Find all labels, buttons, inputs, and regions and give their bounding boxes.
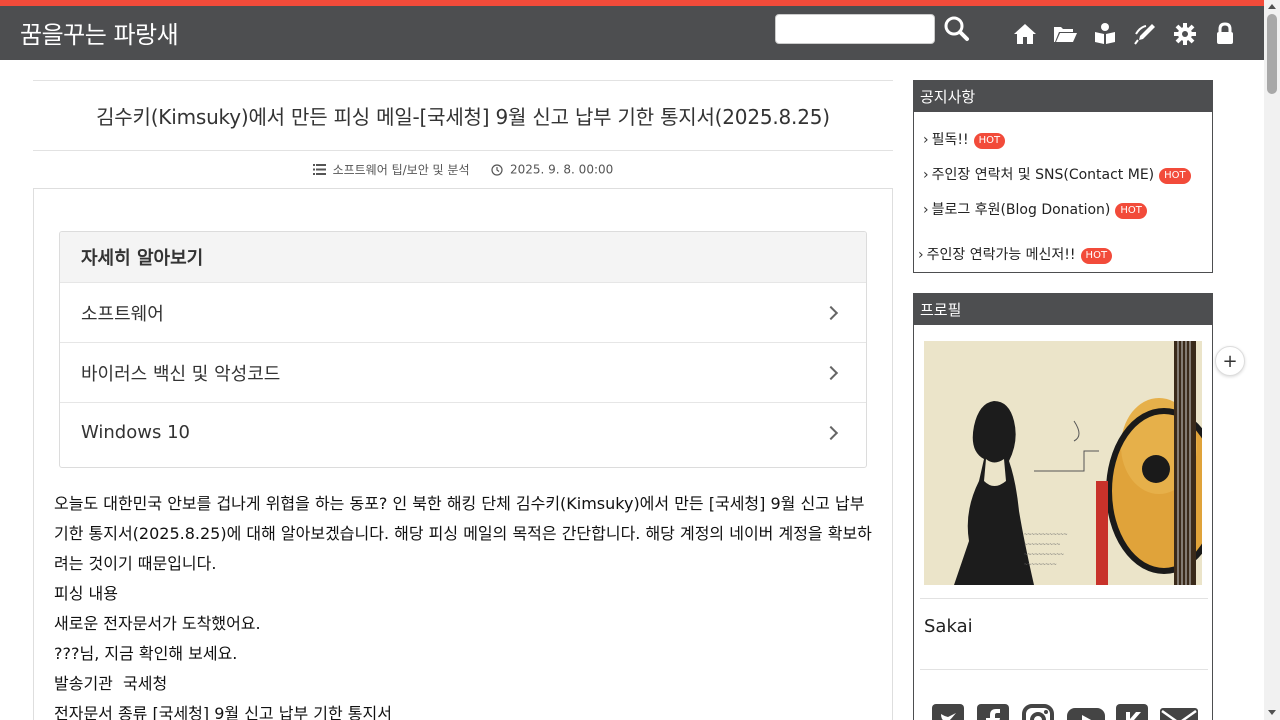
search-button[interactable] [940,14,972,44]
kakao-icon[interactable] [1116,704,1148,720]
clock-icon [491,163,503,176]
notice-widget: 공지사항 › 필독!! HOT › 주인장 연락처 및 SNS(Contact ME)… [913,80,1213,273]
folder-icon[interactable] [1052,21,1078,47]
learn-more-item[interactable]: 바이러스 백신 및 악성코드 [60,342,866,402]
site-title[interactable]: 꿈을꾸는 파랑새 [20,15,179,50]
article-paragraph: 전자문서 종류 [국세청] 9월 신고 납부 기한 통지서 [54,704,392,720]
svg-text:~~~~~~~~~: ~~~~~~~~~ [1024,561,1057,568]
facebook-icon[interactable] [977,704,1009,720]
floating-plus-button[interactable]: + [1215,346,1245,376]
learn-more-item[interactable]: 소프트웨어 [60,282,866,342]
scroll-thumb[interactable] [1267,14,1277,94]
profile-illustration: ~~~~~~~~~~~~ ~~~~~~~~~~ ~~~~~~~~~~~ ~~~~… [924,341,1202,585]
learn-more-item[interactable]: Windows 10 [60,402,866,462]
chevron-right-icon [823,305,839,320]
search-input[interactable] [775,14,935,44]
notice-item-label: 주인장 연락가능 메신저!! [926,247,1076,263]
notice-item[interactable]: › 주인장 연락가능 메신저!! HOT [918,244,1113,264]
article-date: 2025. 9. 8. 00:00 [509,162,614,177]
article-body: 오늘도 대한민국 안보를 겁나게 위협을 하는 동포? 인 북한 해킹 단체 김… [54,489,876,720]
notice-item[interactable]: › 주인장 연락처 및 SNS(Contact ME) HOT [923,164,1191,184]
hot-badge: HOT [1080,248,1113,264]
twitter-icon[interactable] [932,704,964,720]
learn-more-item-label: Windows 10 [81,422,190,443]
chevron-right-icon [823,365,839,380]
scroll-down-arrow-icon[interactable] [1268,710,1276,715]
category-list-icon [312,164,326,175]
site-header: 꿈을꾸는 파랑새 [0,6,1264,60]
hot-badge: HOT [1115,203,1147,219]
chevron-right-icon [823,425,839,440]
notice-item-label: 주인장 연락처 및 SNS(Contact ME) [931,167,1155,183]
learn-more-item-label: 소프트웨어 [81,303,164,325]
article-paragraph: 발송기관 국세청 [54,674,168,693]
notice-item-label: 필독!! [931,132,969,148]
guestbook-icon[interactable] [1092,21,1118,47]
page-scrollbar[interactable] [1264,0,1280,720]
write-icon[interactable] [1132,21,1158,47]
svg-text:~~~~~~~~~~: ~~~~~~~~~~ [1024,541,1061,548]
article-paragraph: 피싱 내용 [54,584,118,603]
learn-more-item-label: 바이러스 백신 및 악성코드 [81,363,281,385]
article-meta: 소프트웨어 팁/보안 및 분석 2025. 9. 8. 00:00 [33,161,893,178]
email-icon[interactable] [1160,704,1198,720]
lock-icon[interactable] [1212,21,1238,47]
search-icon [944,16,969,41]
profile-widget: 프로필 ~~~~~~~~~~~~ ~~~~~~~~~~ ~~~~~~~~~~~ … [913,293,1213,720]
notice-item-label: 블로그 후원(Blog Donation) [931,202,1111,218]
home-icon[interactable] [1012,21,1038,47]
hot-badge: HOT [973,133,1006,149]
profile-image[interactable]: ~~~~~~~~~~~~ ~~~~~~~~~~ ~~~~~~~~~~~ ~~~~… [924,341,1202,585]
scroll-up-arrow-icon[interactable] [1268,4,1276,9]
article-paragraph: 오늘도 대한민국 안보를 겁나게 위협을 하는 동포? 인 북한 해킹 단체 김… [54,494,872,573]
notice-item[interactable]: › 필독!! HOT [923,129,1006,149]
learn-more-box: 자세히 알아보기 소프트웨어 바이러스 백신 및 악성코드 Windows 10 [59,231,867,468]
article-title: 김수키(Kimsuky)에서 만든 피싱 메일-[국세청] 9월 신고 납부 기… [96,105,830,129]
profile-heading: 프로필 [914,294,1212,325]
svg-text:~~~~~~~~~~~: ~~~~~~~~~~~ [1024,551,1064,558]
profile-divider [920,669,1208,670]
article-paragraph: ???님, 지금 확인해 보세요. [54,644,238,663]
instagram-icon[interactable] [1022,704,1054,720]
svg-text:~~~~~~~~~~~~: ~~~~~~~~~~~~ [1024,531,1068,538]
article-category[interactable]: 소프트웨어 팁/보안 및 분석 [333,163,470,177]
notice-item[interactable]: › 블로그 후원(Blog Donation) HOT [923,199,1147,219]
notice-list: › 필독!! HOT › 주인장 연락처 및 SNS(Contact ME) HOT ›… [914,112,1212,273]
hot-badge: HOT [1159,168,1191,184]
learn-more-heading: 자세히 알아보기 [60,232,866,282]
article-paragraph: 새로운 전자문서가 도착했어요. [54,614,261,633]
youtube-icon[interactable] [1067,704,1105,720]
settings-icon[interactable] [1172,21,1198,47]
profile-divider [920,598,1208,599]
notice-heading: 공지사항 [914,81,1212,112]
article-title-area: 김수키(Kimsuky)에서 만든 피싱 메일-[국세청] 9월 신고 납부 기… [33,80,893,151]
profile-name: Sakai [924,616,973,637]
